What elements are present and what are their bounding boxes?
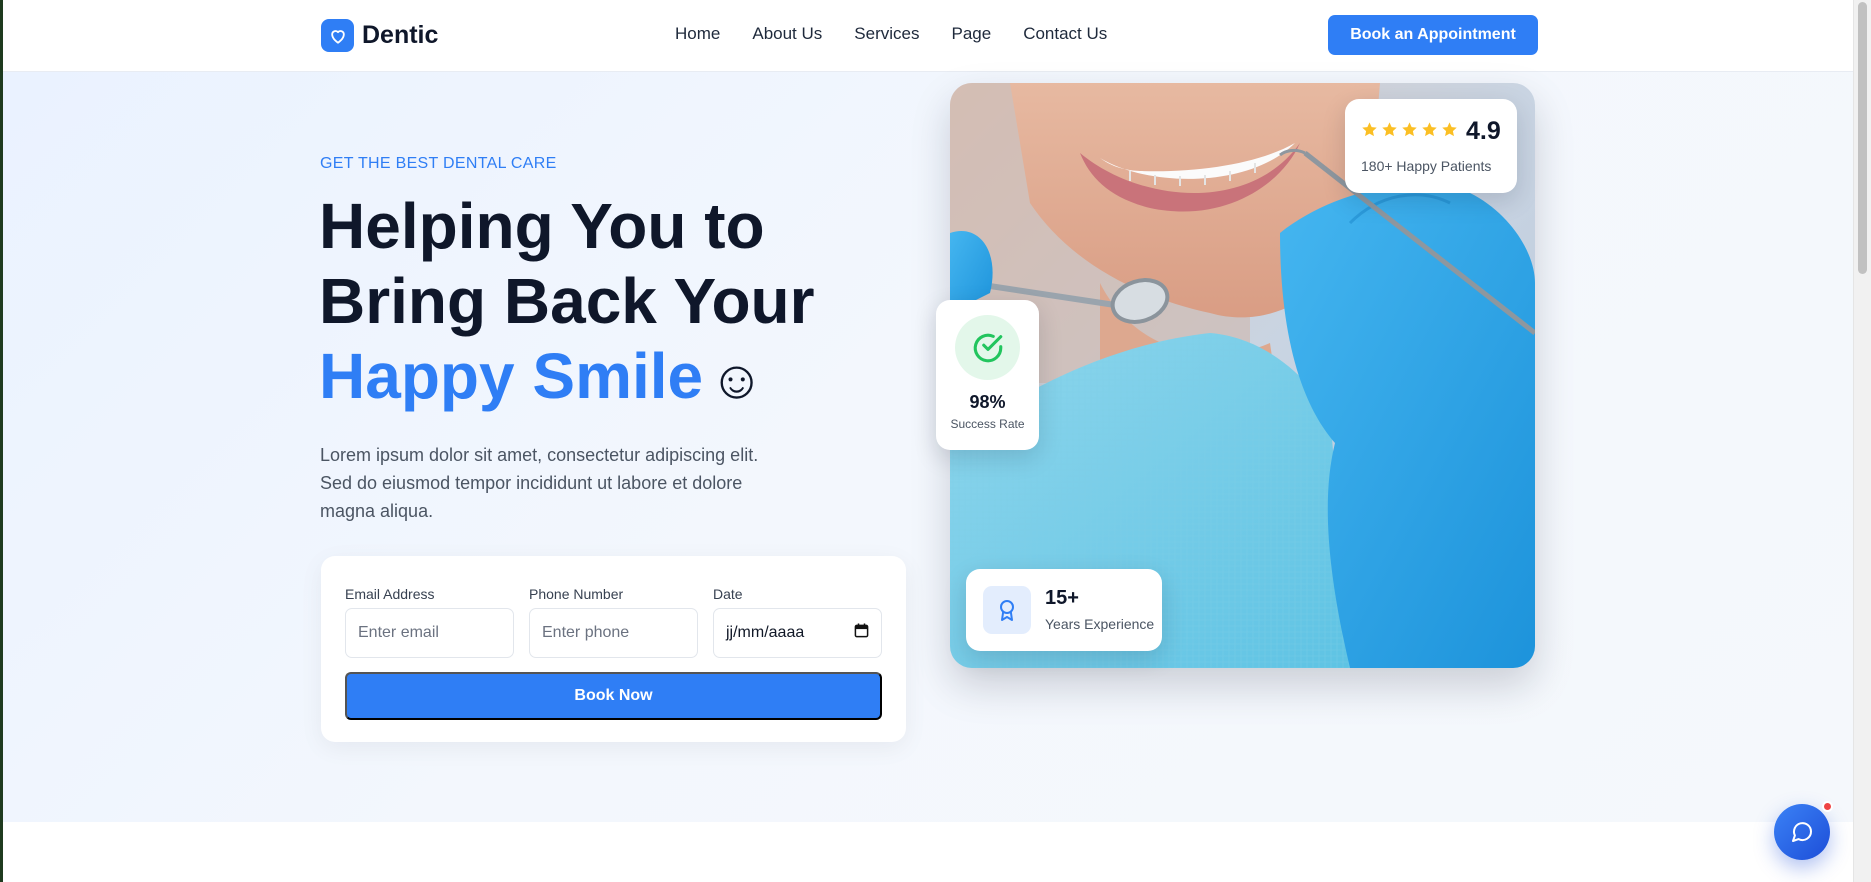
headline-accent: Happy Smile [319, 340, 704, 412]
logo[interactable]: Dentic [321, 19, 438, 52]
success-value: 98% [969, 392, 1006, 412]
email-input[interactable]: Enter email [345, 608, 514, 658]
brand-name: Dentic [362, 21, 439, 49]
book-now-button[interactable]: Book Now [345, 672, 882, 720]
headline-line-3: Happy Smile ☺ [319, 339, 815, 418]
success-label: Success Rate [950, 417, 1025, 431]
hero-eyebrow: GET THE BEST DENTAL CARE [320, 155, 557, 172]
nav-home[interactable]: Home [675, 24, 720, 44]
check-circle-icon [955, 315, 1020, 380]
date-field-group: Date jj/mm/aaaa [713, 586, 882, 658]
nav-page[interactable]: Page [951, 24, 991, 44]
star-icon [1382, 122, 1397, 137]
date-value: jj/mm/aaaa [726, 624, 805, 641]
scrollbar-thumb[interactable] [1858, 2, 1867, 274]
star-icon [1402, 122, 1417, 137]
notification-badge [1822, 801, 1833, 812]
hero-section: GET THE BEST DENTAL CARE Helping You to … [3, 72, 1853, 822]
chat-bubble-icon [1792, 822, 1813, 842]
star-icon [1362, 122, 1377, 137]
nav-contact-us[interactable]: Contact Us [1023, 24, 1107, 44]
smile-icon: ☺ [709, 350, 765, 410]
book-appointment-button[interactable]: Book an Appointment [1328, 15, 1538, 55]
page-scrollbar[interactable] [1853, 0, 1871, 882]
experience-card: 15+ Years Experience [966, 569, 1162, 651]
phone-field-group: Phone Number Enter phone [529, 586, 698, 658]
booking-form: Email Address Enter email Phone Number E… [321, 556, 906, 742]
star-icon [1442, 122, 1457, 137]
experience-value: 15+ [1045, 587, 1079, 609]
hero-lead: Lorem ipsum dolor sit amet, consectetur … [320, 445, 759, 521]
phone-input[interactable]: Enter phone [529, 608, 698, 658]
hero-headline: Helping You to Bring Back Your Happy Smi… [319, 189, 815, 418]
nav-about-us[interactable]: About Us [752, 24, 822, 44]
rating-value: 4.9 [1466, 117, 1501, 145]
date-label: Date [713, 586, 743, 602]
success-rate-card: 98% Success Rate [936, 300, 1039, 450]
award-icon [983, 586, 1031, 634]
nav-services[interactable]: Services [854, 24, 919, 44]
date-input[interactable]: jj/mm/aaaa [713, 608, 882, 658]
site-header: Dentic Home About Us Services Page Conta… [3, 0, 1853, 72]
rating-card: 4.9 180+ Happy Patients [1345, 99, 1517, 193]
headline-line-1: Helping You to [319, 190, 765, 262]
phone-label: Phone Number [529, 586, 624, 602]
star-icon [1422, 122, 1437, 137]
rating-stars [1361, 121, 1458, 138]
experience-label: Years Experience [1045, 616, 1155, 632]
email-field-group: Email Address Enter email [345, 586, 514, 658]
chat-button[interactable] [1774, 804, 1830, 860]
headline-line-2: Bring Back Your [319, 265, 815, 337]
main-nav: Home About Us Services Page Contact Us [675, 24, 1107, 44]
heart-icon [321, 19, 354, 52]
email-label: Email Address [345, 586, 435, 602]
calendar-icon[interactable] [854, 623, 869, 643]
rating-label: 180+ Happy Patients [1361, 158, 1492, 174]
